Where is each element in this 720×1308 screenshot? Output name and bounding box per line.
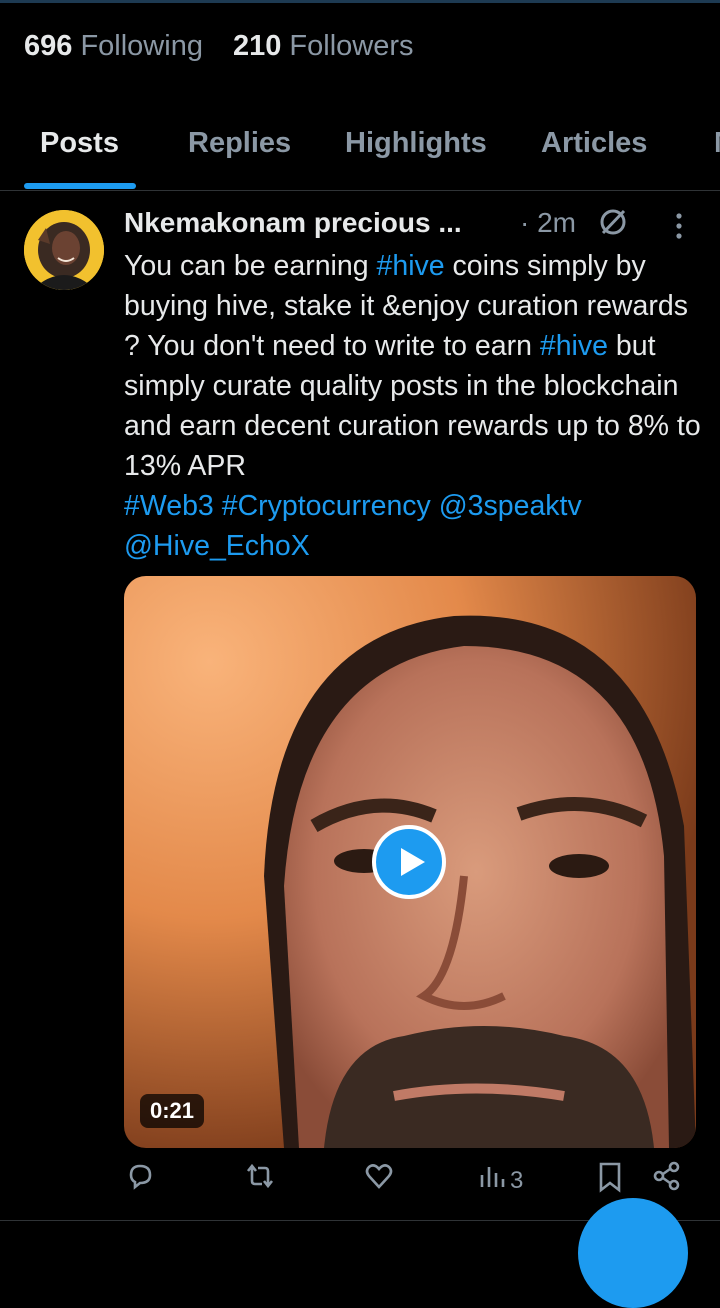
hashtag-hive[interactable]: #hive: [377, 250, 445, 282]
video-duration: 0:21: [140, 1094, 205, 1128]
followers-label: Followers: [289, 30, 414, 62]
top-divider: [0, 0, 720, 3]
tab-highlights[interactable]: Highlights: [345, 127, 487, 160]
more-vertical-icon[interactable]: [664, 211, 694, 241]
share-icon[interactable]: [652, 1161, 682, 1201]
profile-tabs: Posts Replies Highlights Articles M: [0, 115, 720, 191]
post-text-segment: You can be earning: [124, 250, 377, 282]
hashtag-hive[interactable]: #hive: [540, 330, 608, 362]
tab-replies[interactable]: Replies: [188, 127, 291, 160]
following-link[interactable]: 696 Following: [24, 30, 203, 62]
tab-overflow[interactable]: M: [714, 127, 720, 160]
author-name[interactable]: Nkemakonam precious ...: [124, 207, 462, 239]
mention-3speaktv[interactable]: @3speaktv: [439, 490, 582, 522]
hashtag-web3[interactable]: #Web3: [124, 490, 214, 522]
circle-slash-icon: [596, 205, 630, 239]
video-thumbnail[interactable]: 0:21: [124, 576, 696, 1148]
hashtag-cryptocurrency[interactable]: #Cryptocurrency: [222, 490, 431, 522]
mention-hive-echox[interactable]: @Hive_EchoX: [124, 530, 310, 562]
active-tab-indicator: [24, 183, 136, 189]
post[interactable]: Nkemakonam precious ... · 2m You can be …: [0, 191, 720, 1221]
post-time[interactable]: · 2m: [520, 207, 576, 239]
followers-count: 210: [232, 30, 282, 62]
following-count: 696: [24, 30, 73, 62]
post-header: Nkemakonam precious ... · 2m: [124, 205, 704, 245]
tab-posts[interactable]: Posts: [40, 127, 119, 160]
play-icon[interactable]: [371, 824, 447, 900]
post-text: You can be earning #hive coins simply by…: [124, 246, 704, 566]
compose-button[interactable]: [578, 1198, 688, 1308]
analytics-icon: [478, 1161, 538, 1191]
views-button[interactable]: 3: [478, 1161, 538, 1201]
tab-articles[interactable]: Articles: [541, 127, 647, 160]
avatar[interactable]: [24, 210, 104, 290]
reply-icon[interactable]: [125, 1161, 155, 1201]
views-count: 3: [510, 1167, 524, 1194]
bookmark-icon[interactable]: [597, 1161, 623, 1201]
follow-stats: 696 Following 210 Followers: [24, 30, 414, 63]
following-label: Following: [80, 30, 203, 62]
followers-link[interactable]: 210 Followers: [233, 30, 414, 62]
repost-icon[interactable]: [244, 1161, 276, 1201]
heart-icon[interactable]: [364, 1161, 394, 1201]
